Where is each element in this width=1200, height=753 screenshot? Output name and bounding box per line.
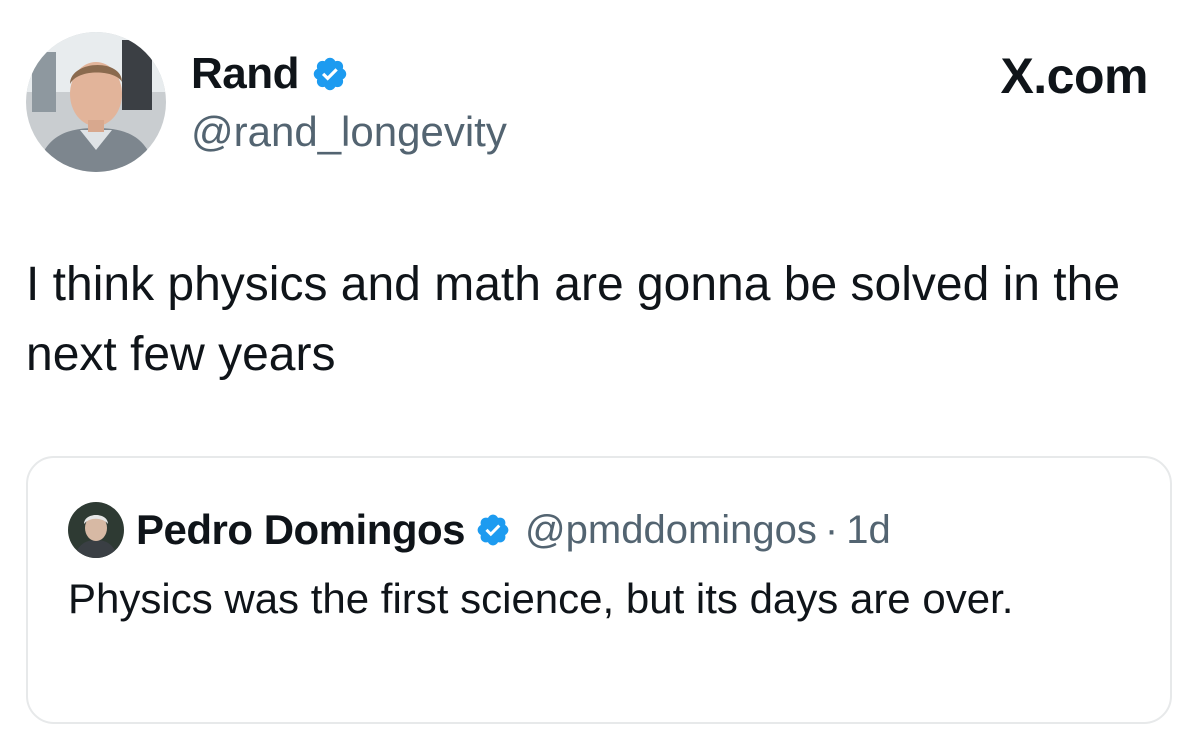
brand-label: X.com (1000, 48, 1148, 104)
quoted-author-name[interactable]: Pedro Domingos (136, 506, 466, 554)
quoted-post-text: Physics was the first science, but its d… (68, 575, 1014, 622)
author-avatar[interactable] (26, 32, 166, 172)
quoted-author-handle[interactable]: @pmddomingos (525, 508, 817, 553)
separator-dot: · (824, 507, 839, 552)
post-text: I think physics and math are gonna be so… (26, 258, 1121, 381)
quoted-post-timestamp[interactable]: 1d (846, 508, 891, 553)
author-handle[interactable]: @rand_longevity (191, 104, 507, 160)
verified-badge-icon (477, 514, 509, 546)
post: Rand @rand_longevity X.com I think physi… (0, 0, 1200, 753)
quoted-post-header: Pedro Domingos @pmddomingos · 1d (136, 500, 891, 560)
quoted-post-card[interactable]: Pedro Domingos @pmddomingos · 1d Physics… (26, 456, 1172, 724)
author-name-row: Rand (191, 44, 349, 104)
verified-badge-icon (313, 57, 347, 91)
avatar-photo-icon (68, 502, 124, 558)
avatar-photo-icon (26, 32, 166, 172)
quoted-author-avatar[interactable] (68, 502, 124, 558)
author-name[interactable]: Rand (191, 44, 300, 104)
